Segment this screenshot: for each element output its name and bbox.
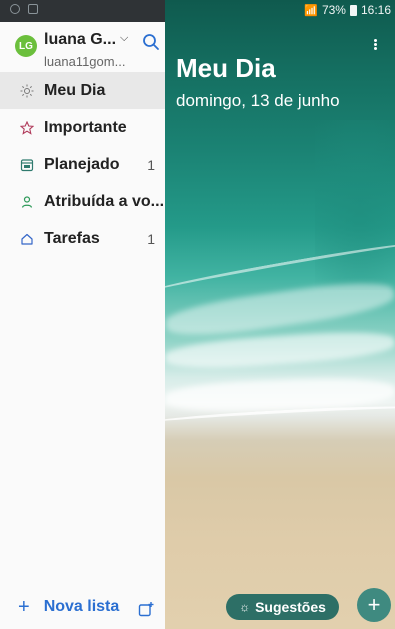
- sun-icon: ☼: [239, 600, 251, 614]
- notification-icon: [10, 4, 20, 14]
- main-panel: Meu Dia domingo, 13 de junho ☼ Sugestões…: [165, 0, 395, 629]
- person-icon: [20, 195, 34, 209]
- home-icon: [20, 232, 34, 246]
- battery-percent: 73%: [321, 3, 346, 17]
- nav-label: Importante: [44, 118, 127, 136]
- page-title: Meu Dia: [176, 53, 276, 83]
- nav-item-atribuida[interactable]: Atribuída a vo...: [0, 183, 165, 220]
- image-icon: [28, 4, 38, 14]
- suggestions-label: Sugestões: [255, 599, 326, 615]
- sidebar: LG luana G... ⌵ luana11gom... Meu Dia Im…: [0, 22, 165, 629]
- status-bar-right: 📶 73% 16:16: [304, 3, 391, 17]
- new-group-icon[interactable]: [138, 601, 154, 617]
- nav-item-tarefas[interactable]: Tarefas 1: [0, 220, 165, 257]
- account-switcher[interactable]: LG luana G... ⌵ luana11gom...: [12, 30, 162, 72]
- account-email: luana11gom...: [44, 54, 126, 69]
- suggestions-button[interactable]: ☼ Sugestões: [226, 594, 339, 620]
- nav-label: Planejado: [44, 155, 120, 173]
- plus-icon: +: [18, 596, 30, 618]
- nav-label: Atribuída a vo...: [44, 192, 165, 210]
- status-bar: 📶 73% 16:16: [0, 0, 395, 22]
- nav-item-meu-dia[interactable]: Meu Dia: [0, 72, 165, 109]
- nav-item-planejado[interactable]: Planejado 1: [0, 146, 165, 183]
- chevron-down-icon[interactable]: ⌵: [120, 32, 128, 45]
- add-task-button[interactable]: +: [357, 588, 391, 622]
- search-icon[interactable]: [142, 33, 160, 51]
- nav-list: Meu Dia Importante Planejado 1 Atribuída…: [0, 72, 165, 257]
- sun-icon: [20, 84, 34, 98]
- wifi-icon: 📶: [304, 4, 318, 17]
- nav-item-importante[interactable]: Importante: [0, 109, 165, 146]
- clock: 16:16: [360, 3, 391, 17]
- more-options-icon[interactable]: [371, 38, 379, 54]
- nav-label: Meu Dia: [44, 81, 106, 99]
- new-list-button[interactable]: + Nova lista: [18, 597, 119, 617]
- account-name: luana G...: [44, 31, 117, 48]
- new-list-label: Nova lista: [43, 598, 120, 615]
- avatar[interactable]: LG: [15, 35, 37, 57]
- nav-count: 1: [147, 230, 155, 247]
- battery-icon: [349, 4, 357, 16]
- page-subtitle: domingo, 13 de junho: [176, 91, 340, 110]
- nav-label: Tarefas: [44, 229, 100, 247]
- calendar-icon: [20, 158, 34, 172]
- star-icon: [20, 120, 34, 135]
- status-bar-left: [0, 0, 165, 22]
- foam-decoration: [165, 328, 395, 372]
- nav-count: 1: [147, 156, 155, 173]
- plus-icon: +: [367, 592, 381, 617]
